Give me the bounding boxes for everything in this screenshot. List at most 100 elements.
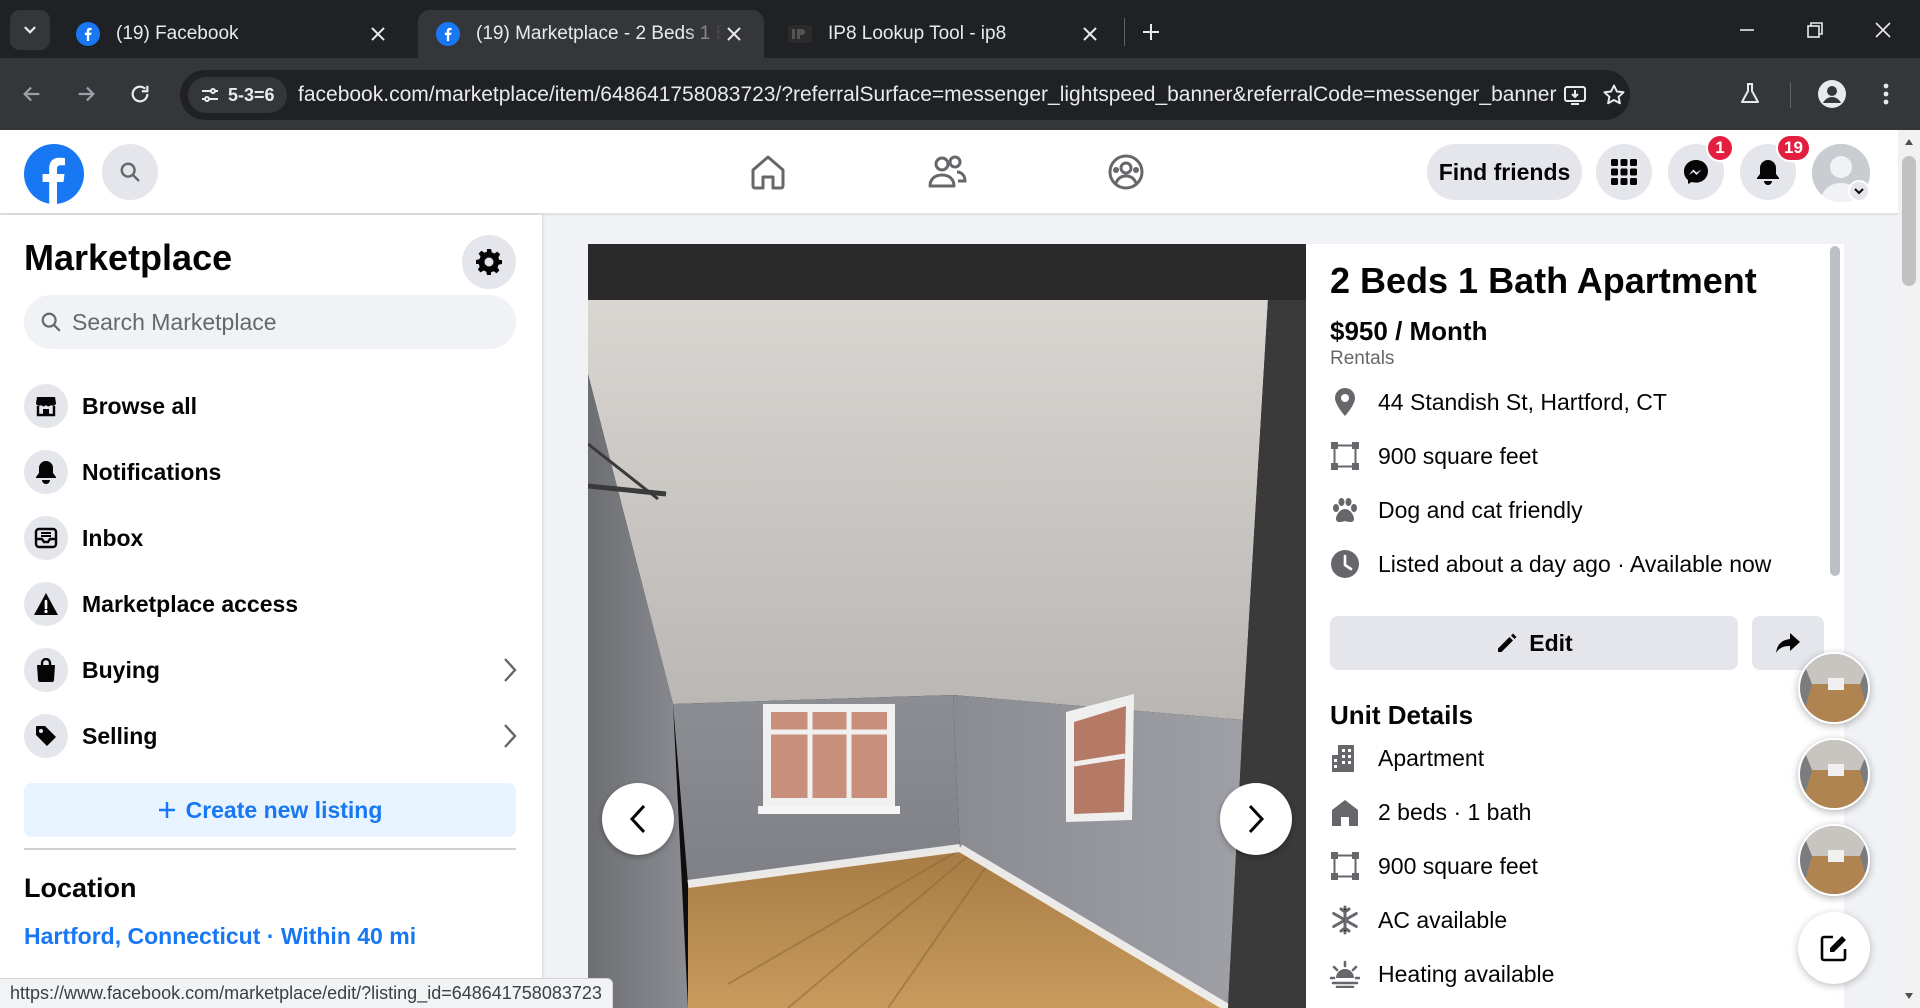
edit-listing-button[interactable]: Edit xyxy=(1330,616,1738,670)
messenger-icon xyxy=(1684,160,1708,184)
friends-icon xyxy=(928,155,967,188)
paw-icon xyxy=(1330,495,1360,525)
new-tab-button[interactable] xyxy=(1133,14,1169,50)
ip8-favicon-icon xyxy=(788,25,812,43)
create-new-listing-button[interactable]: Create new listing xyxy=(24,783,516,837)
marketplace-search-box[interactable] xyxy=(24,295,516,349)
warning-icon xyxy=(24,582,68,626)
pencil-icon xyxy=(1498,633,1517,652)
sidebar-item-browse-all[interactable]: Browse all xyxy=(16,375,526,437)
listing-photo-viewer[interactable] xyxy=(588,244,1306,1008)
unit-detail-row: 900 square feet xyxy=(1330,846,1538,886)
chat-head-3[interactable] xyxy=(1798,824,1870,896)
scroll-up-icon[interactable] xyxy=(1904,138,1914,146)
sidebar-divider xyxy=(24,848,516,850)
details-scrollbar[interactable] xyxy=(1830,246,1840,576)
browser-tab-facebook[interactable]: (19) Facebook xyxy=(58,10,408,58)
sidebar-item-notifications[interactable]: Notifications xyxy=(16,441,526,503)
tab-close-icon[interactable] xyxy=(366,22,390,46)
address-bar[interactable]: 5-3=6 facebook.com/marketplace/item/6486… xyxy=(180,70,1630,120)
site-chip-label: 5-3=6 xyxy=(228,84,275,105)
unit-detail-row: AC available xyxy=(1330,900,1507,940)
marketplace-search-input[interactable] xyxy=(72,308,492,336)
listing-fact-row: Dog and cat friendly xyxy=(1330,490,1583,530)
unit-detail-row: Heating available xyxy=(1330,954,1554,994)
nav-friends-button[interactable] xyxy=(925,150,969,194)
share-icon xyxy=(1776,633,1800,653)
messenger-badge: 1 xyxy=(1706,134,1734,162)
unit-rooms: 2 beds · 1 bath xyxy=(1378,798,1532,825)
location-filter-link[interactable]: Hartford, Connecticut · Within 40 mi xyxy=(24,923,416,950)
forward-button[interactable] xyxy=(66,74,106,114)
marketplace-settings-button[interactable] xyxy=(462,235,516,289)
marketplace-sidebar: Marketplace Browse all Notifications Inb… xyxy=(0,215,542,1008)
home-icon xyxy=(751,155,785,190)
listing-availability: Listed about a day ago · Available now xyxy=(1378,550,1772,577)
minimize-button[interactable] xyxy=(1727,10,1767,50)
toolbar-separator xyxy=(1790,82,1791,108)
account-dropdown-icon[interactable] xyxy=(1848,180,1870,202)
plus-icon xyxy=(1143,24,1159,40)
tab-title: (19) Facebook xyxy=(116,23,239,44)
plus-icon xyxy=(158,802,175,818)
listing-area: 900 square feet xyxy=(1378,442,1538,469)
menu-button[interactable] xyxy=(1596,144,1652,200)
listing-price: $950 / Month xyxy=(1330,316,1488,346)
tab-close-icon[interactable] xyxy=(722,22,746,46)
chevron-right-icon xyxy=(504,658,517,682)
location-heading: Location xyxy=(24,873,137,903)
listing-address: 44 Standish St, Hartford, CT xyxy=(1378,388,1667,415)
previous-photo-button[interactable] xyxy=(602,783,674,855)
unit-type: Apartment xyxy=(1378,744,1485,771)
page-scrollbar-thumb[interactable] xyxy=(1902,156,1916,286)
sidebar-item-inbox[interactable]: Inbox xyxy=(16,507,526,569)
browser-tab-marketplace[interactable]: (19) Marketplace - 2 Beds 1 Bath xyxy=(418,10,764,58)
sidebar-item-selling[interactable]: Selling xyxy=(16,705,526,767)
tab-search-button[interactable] xyxy=(10,10,50,50)
next-photo-button[interactable] xyxy=(1220,783,1292,855)
location-pin-icon xyxy=(1330,387,1360,417)
listing-photo-image xyxy=(588,244,1306,1008)
sidebar-item-buying[interactable]: Buying xyxy=(16,639,526,701)
chat-head-2[interactable] xyxy=(1798,738,1870,810)
chevron-left-icon xyxy=(629,804,646,834)
labs-button[interactable] xyxy=(1730,74,1770,114)
sidebar-item-marketplace-access[interactable]: Marketplace access xyxy=(16,573,526,635)
site-info-chip[interactable]: 5-3=6 xyxy=(188,77,287,113)
nav-groups-button[interactable] xyxy=(1104,150,1148,194)
sidebar-item-label: Browse all xyxy=(82,392,198,419)
reload-icon xyxy=(131,85,149,103)
bookmark-button[interactable] xyxy=(1598,79,1630,111)
restore-button[interactable] xyxy=(1795,10,1835,50)
chat-head-1[interactable] xyxy=(1798,652,1870,724)
nav-home-button[interactable] xyxy=(746,150,790,194)
facebook-favicon-icon xyxy=(76,22,100,46)
tab-close-icon[interactable] xyxy=(1078,22,1102,46)
unit-heating: Heating available xyxy=(1378,960,1555,987)
sidebar-item-label: Inbox xyxy=(82,524,144,551)
find-friends-button[interactable]: Find friends xyxy=(1427,144,1582,200)
browser-status-bar: https://www.facebook.com/marketplace/edi… xyxy=(0,978,613,1008)
facebook-logo-icon[interactable] xyxy=(24,144,84,204)
compose-icon xyxy=(1820,935,1847,962)
page-scrollbar[interactable] xyxy=(1898,130,1920,1008)
browser-tab-ip8[interactable]: IP8 Lookup Tool - ip8 xyxy=(770,10,1120,58)
flask-icon xyxy=(1741,83,1759,103)
install-app-button[interactable] xyxy=(1559,79,1591,111)
facebook-search-button[interactable] xyxy=(102,144,158,200)
listing-fact-row: 900 square feet xyxy=(1330,436,1538,476)
groups-icon xyxy=(1108,154,1144,190)
inbox-icon xyxy=(24,516,68,560)
profile-button[interactable] xyxy=(1812,74,1852,114)
person-icon xyxy=(1818,80,1846,108)
area-icon xyxy=(1330,851,1360,881)
reload-button[interactable] xyxy=(120,74,160,114)
close-window-button[interactable] xyxy=(1863,10,1903,50)
star-icon xyxy=(1603,84,1625,105)
browser-menu-button[interactable] xyxy=(1866,74,1906,114)
new-message-button[interactable] xyxy=(1798,912,1870,984)
back-button[interactable] xyxy=(12,74,52,114)
scroll-down-icon[interactable] xyxy=(1904,992,1914,1000)
listing-title: 2 Beds 1 Bath Apartment xyxy=(1330,260,1757,301)
bag-icon xyxy=(24,648,68,692)
